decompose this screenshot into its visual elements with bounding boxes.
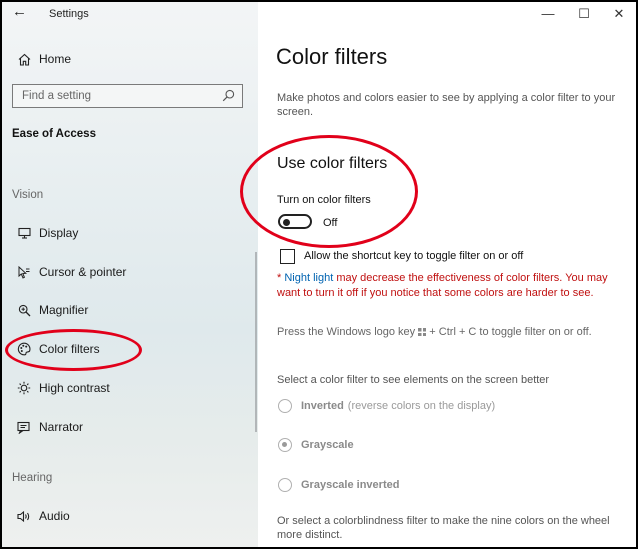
toggle-knob xyxy=(283,218,290,226)
group-label-hearing: Hearing xyxy=(12,472,53,484)
use-color-filters-heading: Use color filters xyxy=(277,155,388,172)
hint-text-before: Press the Windows logo key xyxy=(277,326,416,338)
toggle-state: Off xyxy=(323,217,338,229)
page-title: Color filters xyxy=(276,44,388,69)
sidebar-item-audio[interactable]: Audio xyxy=(2,500,252,532)
magnifier-icon xyxy=(11,304,37,317)
colorblindness-description: Or select a colorblindness filter to mak… xyxy=(277,515,610,541)
color-filters-toggle[interactable] xyxy=(278,214,312,229)
title-bar: ← Settings xyxy=(2,2,258,26)
close-button[interactable]: ✕ xyxy=(604,6,634,22)
filter-option-note: (reverse colors on the display) xyxy=(347,400,496,412)
app-title: Settings xyxy=(49,8,89,20)
cursor-icon xyxy=(11,265,37,279)
filter-option-label: Grayscale inverted xyxy=(301,479,400,491)
windows-logo-icon xyxy=(418,328,427,336)
night-light-warning: * Night light may decrease the effective… xyxy=(277,271,627,301)
sidebar-item-label: Cursor & pointer xyxy=(39,265,127,279)
radio-button[interactable] xyxy=(278,478,292,492)
select-filter-label: Select a color filter to see elements on… xyxy=(277,374,550,386)
filter-option-grayscale[interactable]: Grayscale xyxy=(278,438,354,452)
sidebar-item-label: Magnifier xyxy=(39,303,89,317)
display-icon xyxy=(11,227,37,239)
filter-option-inverted[interactable]: Inverted (reverse colors on the display) xyxy=(278,399,495,413)
shortcut-key-checkbox-label[interactable]: Allow the shortcut key to toggle filter … xyxy=(304,250,523,262)
hint-text-after: + Ctrl + C to toggle filter on or off. xyxy=(429,326,592,338)
sidebar-item-display[interactable]: Display xyxy=(2,217,252,249)
brightness-icon xyxy=(11,381,37,395)
maximize-button[interactable]: ☐ xyxy=(569,6,599,22)
sidebar-item-color-filters[interactable]: Color filters xyxy=(2,333,252,365)
shortcut-hint: Press the Windows logo key + Ctrl + C to… xyxy=(277,326,632,338)
speaker-icon xyxy=(11,510,37,523)
search-placeholder: Find a setting xyxy=(22,90,92,102)
night-light-link[interactable]: Night light xyxy=(284,272,333,284)
sidebar-item-home[interactable]: Home xyxy=(2,43,252,75)
color-palette-icon xyxy=(11,342,37,356)
sidebar-item-cursor-pointer[interactable]: Cursor & pointer xyxy=(2,256,252,288)
sidebar-item-high-contrast[interactable]: High contrast xyxy=(2,372,252,404)
home-icon xyxy=(11,53,37,66)
search-input[interactable]: Find a setting xyxy=(12,84,243,108)
settings-window: ← Settings Home Find a setting Ease of A… xyxy=(2,2,636,547)
filter-option-grayscale-inverted[interactable]: Grayscale inverted xyxy=(278,478,399,492)
sidebar-item-label: Color filters xyxy=(39,342,100,356)
filter-option-label: Inverted xyxy=(301,400,344,412)
narrator-icon xyxy=(11,421,37,434)
sidebar-item-label: Home xyxy=(39,52,72,66)
radio-button-selected[interactable] xyxy=(278,438,292,452)
group-label-vision: Vision xyxy=(12,189,44,201)
sidebar-item-label: High contrast xyxy=(39,381,110,395)
sidebar-item-narrator[interactable]: Narrator xyxy=(2,411,252,443)
sidebar: ← Settings Home Find a setting Ease of A… xyxy=(2,2,258,547)
shortcut-key-checkbox[interactable] xyxy=(280,249,295,264)
minimize-button[interactable]: — xyxy=(533,6,563,21)
main-content: — ☐ ✕ Color filters Make photos and colo… xyxy=(240,2,636,547)
back-arrow-icon[interactable]: ← xyxy=(12,3,27,20)
annotation-ellipse-use-color-filters xyxy=(240,135,418,248)
sidebar-item-label: Display xyxy=(39,226,79,240)
sidebar-item-label: Narrator xyxy=(39,420,84,434)
sidebar-item-label: Audio xyxy=(39,509,70,523)
search-icon[interactable] xyxy=(222,89,235,105)
radio-button[interactable] xyxy=(278,399,292,413)
toggle-label: Turn on color filters xyxy=(277,194,371,206)
section-title: Ease of Access xyxy=(12,128,96,140)
filter-option-label: Grayscale xyxy=(301,439,354,451)
sidebar-item-magnifier[interactable]: Magnifier xyxy=(2,294,252,326)
page-description: Make photos and colors easier to see by … xyxy=(277,92,616,118)
